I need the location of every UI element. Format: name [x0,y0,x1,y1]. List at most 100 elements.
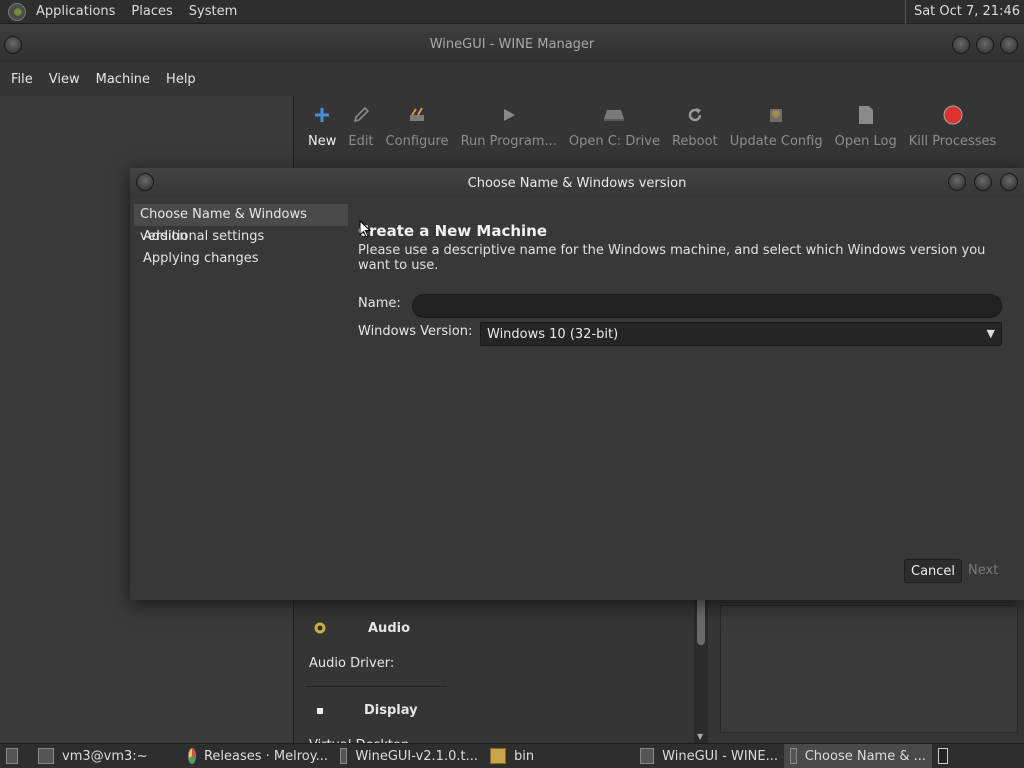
machine-details-pane: Audio Audio Driver: Display Virtual Desk… [296,595,714,753]
menu-view[interactable]: View [41,72,88,87]
name-label: Name: [358,296,401,311]
chevron-down-icon: ▼ [986,327,995,340]
toolbar-update-config-label: Update Config [729,134,823,149]
toolbar-new-button[interactable]: New [302,96,342,149]
task-browser[interactable]: Releases · Melroy... [182,744,334,768]
desktop-icon [6,748,18,764]
refresh-icon [684,104,706,126]
main-titlebar[interactable]: WineGUI - WINE Manager [0,25,1024,63]
task-terminal[interactable]: vm3@vm3:~ [32,744,182,768]
workspace-switcher[interactable] [932,744,962,768]
main-window-title: WineGUI - WINE Manager [429,36,595,52]
toolbar-edit-button[interactable]: Edit [342,96,379,149]
dialog-window-menu-button[interactable] [136,173,154,191]
details-separator [306,686,447,687]
tools-icon [406,104,428,126]
chrome-icon [188,748,196,764]
dialog-title: Choose Name & Windows version [467,175,687,191]
menu-help[interactable]: Help [158,72,204,87]
task-browser-label: Releases · Melroy... [203,748,328,764]
toolbar-reboot-label: Reboot [671,134,718,149]
maximize-button[interactable] [976,36,994,54]
toolbar-kill-processes-label: Kill Processes [908,134,997,149]
wizard-step-choose-name[interactable]: Choose Name & Windows version [134,204,348,244]
minimize-button[interactable] [952,36,970,54]
toolbar-open-drive-label: Open C: Drive [568,134,660,149]
dialog-maximize-button[interactable] [974,173,992,191]
window-icon [640,748,655,764]
panel-menu-applications[interactable]: Applications [28,4,123,19]
info-frame [720,605,1018,733]
terminal-icon [38,748,54,764]
task-winegui[interactable]: WineGUI - WINE... [634,744,784,768]
mouse-cursor-icon [359,220,371,238]
toolbar-open-drive-button[interactable]: Open C: Drive [563,96,666,149]
show-desktop-button[interactable] [0,744,32,768]
wizard-content: Create a New Machine Please use a descri… [358,222,1018,346]
toolbar-open-log-label: Open Log [834,134,897,149]
panel-menu-places[interactable]: Places [123,4,180,19]
task-archive[interactable]: WineGUI-v2.1.0.t... [334,744,484,768]
wizard-heading: Create a New Machine [358,222,548,240]
dialog-titlebar[interactable]: Choose Name & Windows version [130,168,1024,198]
top-panel: Applications Places System Sat Oct 7, 21… [0,0,1024,24]
menu-machine[interactable]: Machine [88,72,158,87]
folder-icon [490,748,506,764]
task-folder[interactable]: bin [484,744,634,768]
dialog-minimize-button[interactable] [948,173,966,191]
next-button[interactable]: Next [962,559,1004,583]
task-terminal-label: vm3@vm3:~ [62,748,148,764]
audio-heading: Audio [368,621,411,636]
window-menu-button[interactable] [4,36,22,54]
task-folder-label: bin [514,748,535,764]
toolbar-open-log-button[interactable]: Open Log [829,96,903,149]
scrollbar-thumb[interactable] [697,595,705,645]
cancel-button[interactable]: Cancel [904,559,963,583]
version-label: Windows Version: [358,324,473,339]
package-icon [340,748,348,764]
panel-clock[interactable]: Sat Oct 7, 21:46 [904,0,1020,24]
toolbar-edit-label: Edit [348,134,374,149]
display-heading: Display [364,703,418,718]
wizard-step-applying-changes[interactable]: Applying changes [134,248,348,270]
task-winegui-label: WineGUI - WINE... [662,748,778,764]
workspace-icon [938,748,948,764]
wizard-description: Please use a descriptive name for the Wi… [358,243,986,273]
windows-version-value: Windows 10 (32-bit) [487,326,619,342]
windows-version-select[interactable]: Windows 10 (32-bit) ▼ [480,322,1002,346]
name-input[interactable] [412,294,1002,318]
details-scrollbar[interactable]: ▼ [694,595,708,743]
drive-icon [603,104,625,126]
update-icon [765,104,787,126]
scroll-down-arrow-icon[interactable]: ▼ [697,732,703,741]
toolbar-configure-label: Configure [385,134,449,149]
wizard-step-additional-settings[interactable]: Additional settings [134,226,348,248]
panel-menu: Applications Places System [28,4,245,19]
stop-icon [942,104,964,126]
toolbar-kill-processes-button[interactable]: Kill Processes [903,96,1003,149]
plus-icon [311,104,333,126]
close-button[interactable] [1000,36,1018,54]
task-dialog[interactable]: Choose Name & ... [784,743,932,768]
version-row: Windows Version: Windows 10 (32-bit) ▼ [358,322,1018,346]
toolbar-run-program-label: Run Program... [460,134,557,149]
menu-file[interactable]: File [3,72,41,87]
toolbar-update-config-button[interactable]: Update Config [724,96,829,149]
speaker-icon [313,621,327,635]
name-row: Name: [358,294,1018,318]
toolbar-configure-button[interactable]: Configure [380,96,455,149]
taskbar: vm3@vm3:~ Releases · Melroy... WineGUI-v… [0,743,1024,768]
toolbar-reboot-button[interactable]: Reboot [666,96,724,149]
task-archive-label: WineGUI-v2.1.0.t... [355,748,478,764]
document-icon [855,104,877,126]
display-icon [317,708,323,714]
toolbar-run-program-button[interactable]: Run Program... [455,96,563,149]
toolbar: New Edit Configure Run Program... Open C… [296,96,1024,166]
dialog-close-button[interactable] [1000,173,1018,191]
audio-driver-label: Audio Driver: [309,656,395,671]
distro-menu-icon[interactable] [8,2,26,21]
new-machine-dialog: Choose Name & Windows version Choose Nam… [130,168,1024,600]
play-icon [498,104,520,126]
panel-menu-system[interactable]: System [181,4,245,19]
wizard-steps: Choose Name & Windows version Additional… [134,204,348,270]
